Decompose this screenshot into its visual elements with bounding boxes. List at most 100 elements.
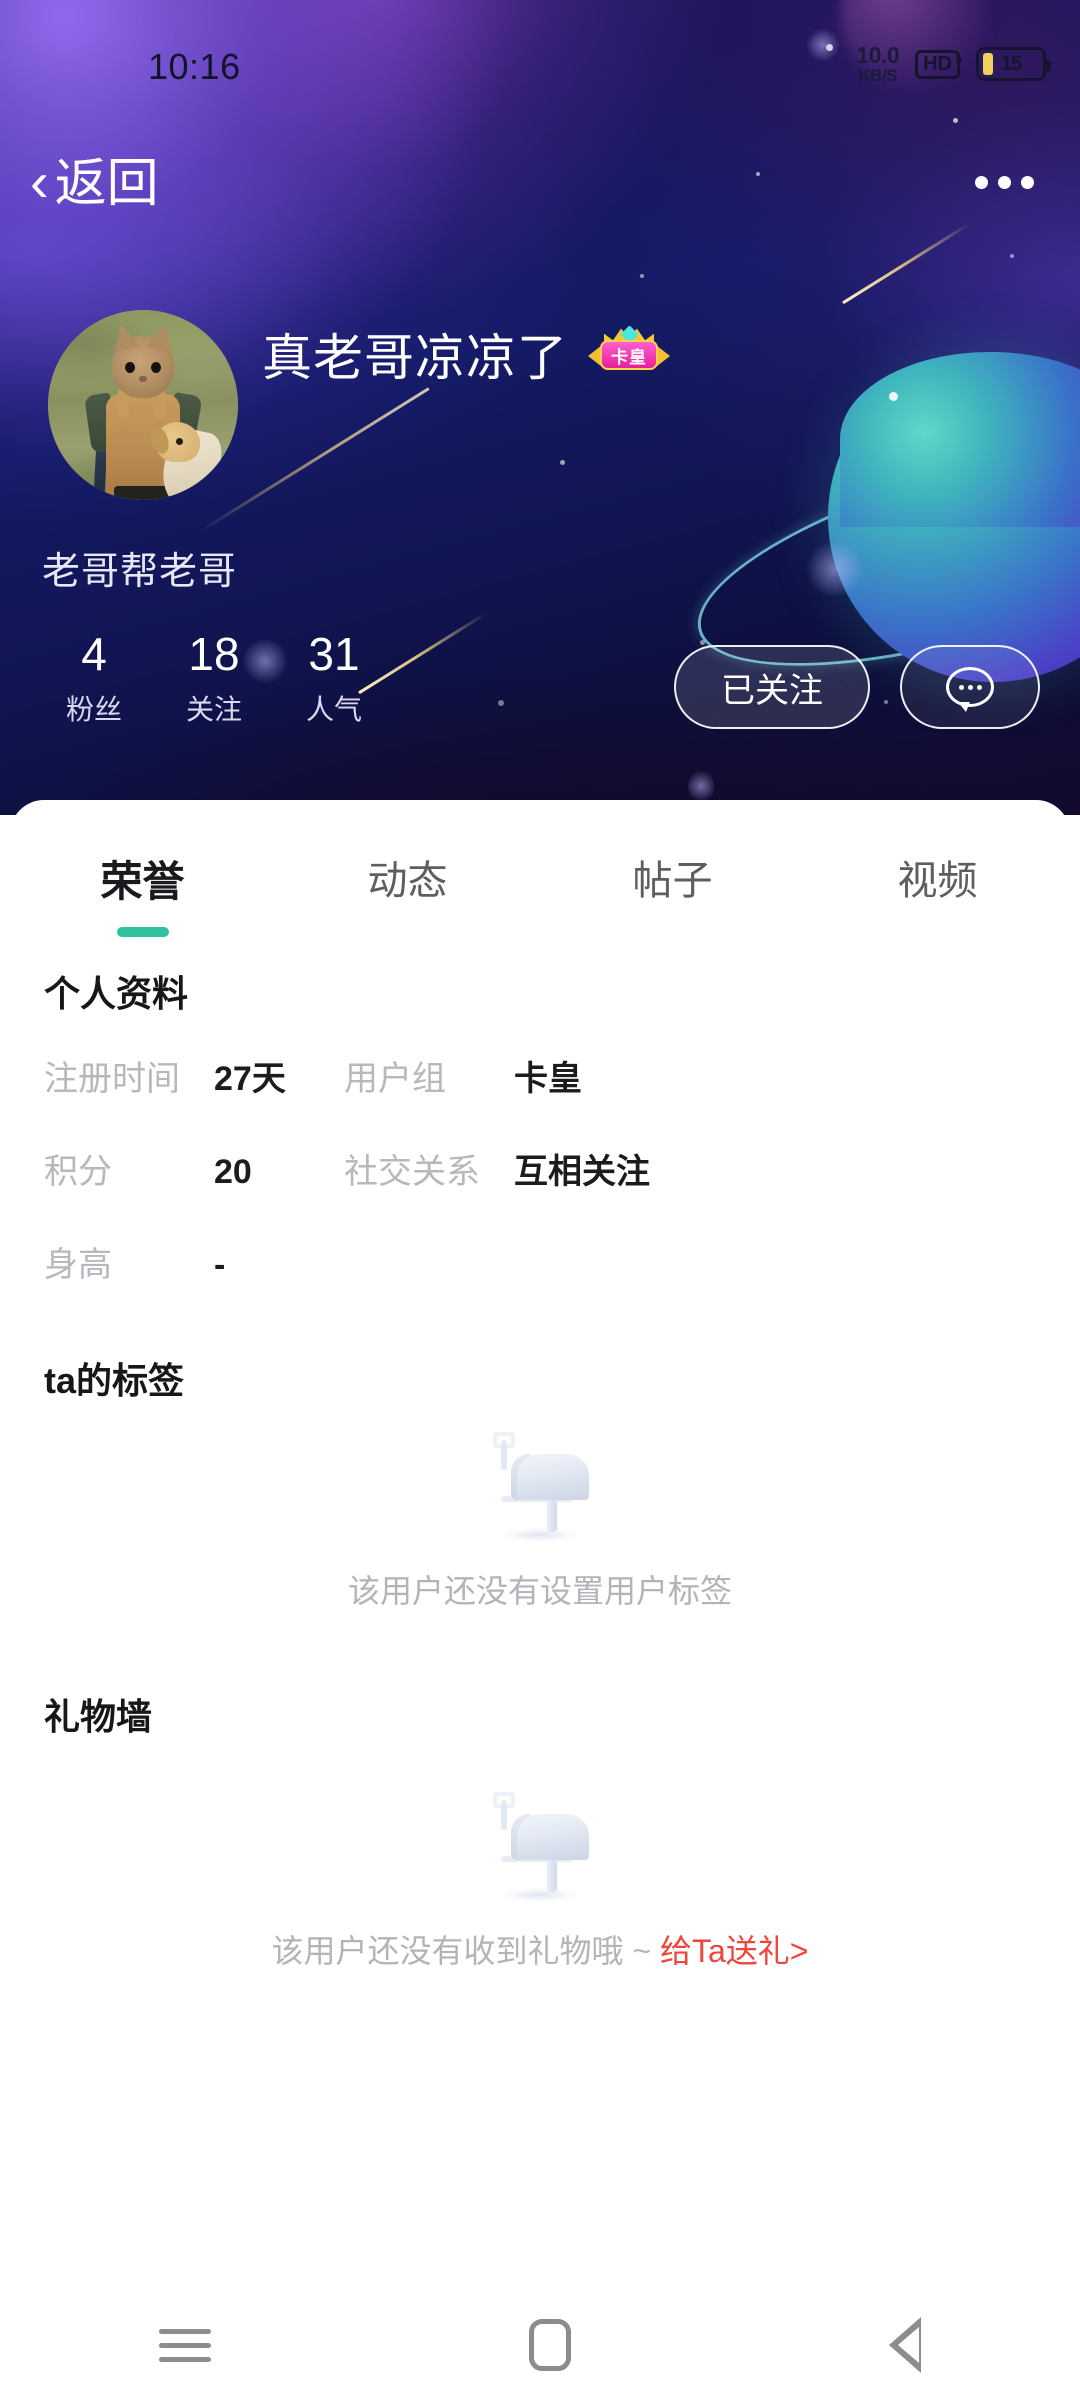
mailbox-icon — [475, 1422, 605, 1542]
send-gift-link[interactable]: 给Ta送礼> — [660, 1933, 809, 1969]
hd-dot — [956, 56, 962, 63]
info-key: 积分 — [44, 1153, 112, 1191]
profile-actions: 已关注 — [674, 645, 1040, 729]
gift-empty-state: 该用户还没有收到礼物哦 ~ 给Ta送礼> — [10, 1740, 1070, 1978]
info-key: 身高 — [44, 1246, 112, 1284]
star-glow-decoration — [688, 768, 714, 804]
profile-stats: 4 粉丝 18 关注 31 人气 — [34, 630, 394, 728]
back-button-label: 返回 — [54, 155, 159, 213]
info-cell-social-relation: 社交关系 互相关注 — [344, 1144, 764, 1193]
info-value: - — [214, 1246, 226, 1284]
stat-following-value: 18 — [188, 628, 240, 680]
recents-line — [159, 2342, 211, 2348]
message-button[interactable] — [900, 645, 1040, 729]
stat-popularity-label: 人气 — [305, 694, 362, 726]
avatar-image — [48, 310, 238, 500]
stat-following-label: 关注 — [185, 694, 242, 726]
hd-label: HD — [923, 52, 952, 75]
star-decoration — [560, 460, 565, 465]
personal-info-grid: 注册时间 27天 用户组 卡皇 积分 20 社交关系 互相关注 身高 - — [10, 1017, 1070, 1286]
gift-empty-text: 该用户还没有收到礼物哦 ~ — [271, 1933, 660, 1969]
back-button[interactable]: ‹ 返回 — [30, 154, 159, 213]
status-bar: 10:16 10.0 KB/S HD 15 — [0, 0, 1080, 100]
stat-fans-label: 粉丝 — [65, 694, 122, 726]
stat-fans-value: 4 — [81, 628, 107, 680]
tags-empty-state: 该用户还没有设置用户标签 — [10, 1404, 1070, 1618]
crown-badge-icon[interactable]: 卡皇 — [588, 325, 670, 376]
mailbox-flag — [501, 1440, 507, 1470]
avatar-boots — [114, 486, 170, 500]
tab-posts[interactable]: 帖子 — [540, 848, 805, 943]
tags-section-title: ta的标签 — [44, 1360, 185, 1401]
home-icon[interactable] — [529, 2319, 571, 2371]
recents-line — [159, 2328, 211, 2334]
avatar-cat-nose — [139, 376, 147, 382]
mailbox-shadow — [501, 1888, 579, 1902]
info-cell-height: 身高 - — [44, 1237, 344, 1286]
avatar[interactable] — [48, 310, 238, 500]
tab-videos-label: 视频 — [897, 859, 978, 903]
star-decoration — [640, 274, 644, 278]
star-decoration — [953, 118, 958, 123]
top-navigation-bar: ‹ 返回 — [0, 140, 1080, 250]
chat-bubble-icon — [946, 667, 994, 712]
info-cell-register-time: 注册时间 27天 — [44, 1051, 344, 1100]
info-key: 用户组 — [344, 1060, 446, 1098]
star-decoration — [889, 392, 898, 401]
username: 真老哥凉凉了 — [262, 330, 568, 386]
content-tabs: 荣誉 动态 帖子 视频 — [10, 800, 1070, 943]
tab-posts-label: 帖子 — [632, 859, 713, 903]
tab-moments[interactable]: 动态 — [275, 848, 540, 943]
network-speed-value: 10.0 — [856, 42, 900, 68]
avatar-dog-head — [148, 422, 200, 462]
hd-icon: HD — [915, 49, 962, 79]
star-decoration — [498, 700, 504, 706]
back-icon[interactable] — [889, 2317, 921, 2373]
user-signature: 老哥帮老哥 — [42, 551, 238, 593]
status-bar-right: 10.0 KB/S HD 15 — [856, 42, 1051, 85]
app-screen: 10:16 10.0 KB/S HD 15 ‹ 返回 真老哥凉凉了 卡皇 老哥帮… — [0, 0, 1080, 2400]
gift-empty-row: 该用户还没有收到礼物哦 ~ 给Ta送礼> — [10, 1926, 1070, 1972]
more-dot-icon — [998, 176, 1011, 189]
gift-wall-title: 礼物墙 — [44, 1696, 153, 1737]
info-key: 注册时间 — [44, 1060, 180, 1098]
info-row: 身高 - — [44, 1237, 1070, 1286]
mailbox-flag — [501, 1800, 507, 1830]
stat-popularity[interactable]: 31 人气 — [274, 630, 394, 728]
battery-level-label: 15 — [1000, 52, 1022, 75]
info-cell-user-group: 用户组 卡皇 — [344, 1051, 764, 1100]
stat-popularity-value: 31 — [308, 628, 360, 680]
tags-empty-text: 该用户还没有设置用户标签 — [347, 1573, 732, 1609]
network-speed-unit: KB/S — [858, 66, 898, 85]
tab-honor-label: 荣誉 — [100, 858, 185, 905]
stat-fans[interactable]: 4 粉丝 — [34, 630, 154, 728]
info-value: 卡皇 — [514, 1060, 582, 1098]
battery-icon: 15 — [976, 47, 1051, 81]
status-clock: 10:16 — [148, 46, 241, 87]
chat-dot-icon — [976, 684, 982, 690]
info-row: 积分 20 社交关系 互相关注 — [44, 1144, 1070, 1193]
star-decoration — [1010, 254, 1014, 258]
android-navigation-bar — [0, 2290, 1080, 2400]
tab-moments-label: 动态 — [367, 859, 448, 903]
chevron-left-icon: ‹ — [30, 150, 49, 213]
mailbox-shadow — [501, 1528, 579, 1542]
stat-following[interactable]: 18 关注 — [154, 630, 274, 728]
avatar-dog-eye — [176, 438, 183, 445]
info-value: 互相关注 — [514, 1153, 650, 1191]
recents-icon[interactable] — [159, 2328, 211, 2362]
info-value: 27天 — [214, 1060, 286, 1098]
info-key: 社交关系 — [344, 1153, 480, 1191]
more-dot-icon — [975, 176, 988, 189]
tab-videos[interactable]: 视频 — [805, 848, 1070, 943]
personal-info-title: 个人资料 — [44, 973, 189, 1014]
mailbox-body — [517, 1454, 589, 1500]
follow-button[interactable]: 已关注 — [674, 645, 870, 729]
more-options-button[interactable] — [975, 176, 1034, 189]
username-row: 真老哥凉凉了 卡皇 — [262, 318, 670, 390]
mailbox-body — [517, 1814, 589, 1860]
network-speed-indicator: 10.0 KB/S — [856, 42, 900, 85]
tab-honor[interactable]: 荣誉 — [10, 848, 275, 943]
tab-active-indicator — [116, 927, 169, 937]
avatar-cat-head — [108, 321, 178, 398]
